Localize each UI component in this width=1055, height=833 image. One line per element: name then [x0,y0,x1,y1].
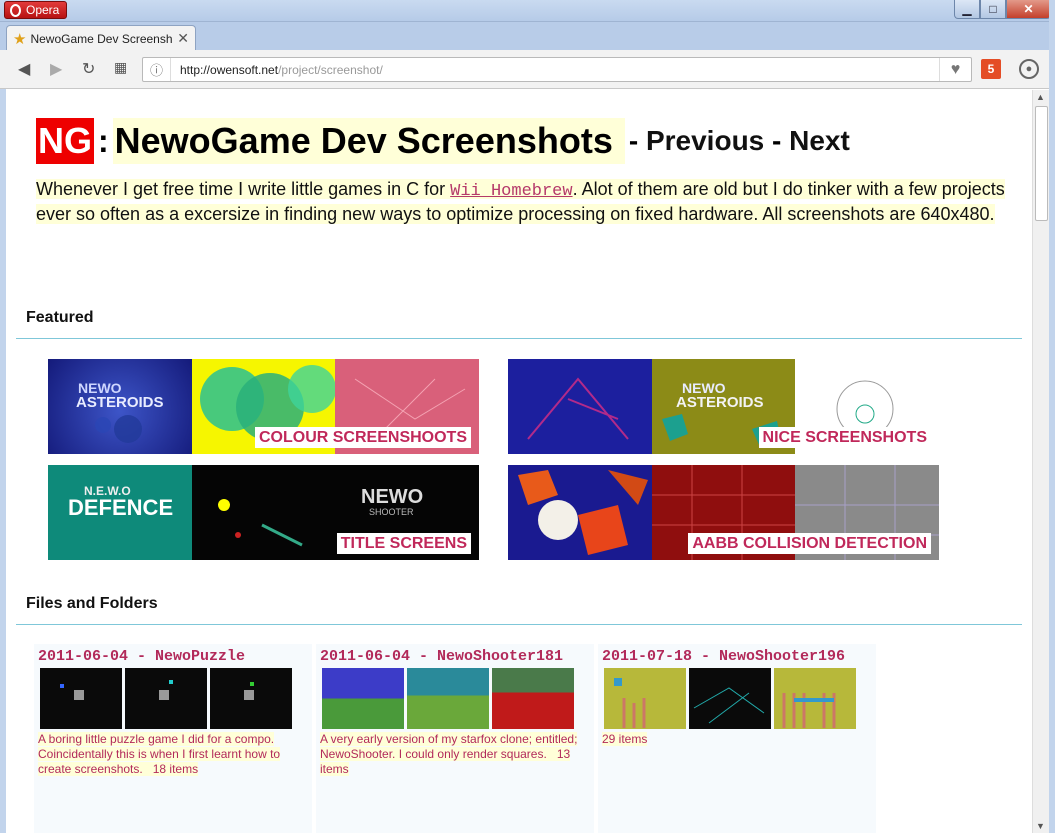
defence-thumbnail: N.E.W.O DEFENCE [48,465,192,560]
folder-description: A boring little puzzle game I did for a … [38,732,281,776]
html5-icon[interactable]: 5 [981,59,1001,79]
orange-asteroids-thumbnail [508,465,652,560]
shooter-thumbnail[interactable] [322,668,404,729]
window-controls: ▁ □ ✕ [954,0,1051,19]
opera-menu-label: Opera [26,3,60,17]
shooter196-thumbnail[interactable] [689,668,771,729]
folder-card[interactable]: 2011-07-18 - NewoShooter196 29 items [598,644,876,833]
shooter-thumbnail[interactable] [407,668,489,729]
next-link[interactable]: Next [789,125,850,156]
url-host: http://owensoft.net [180,62,279,77]
speed-dial-icon[interactable]: ▦ [114,59,127,76]
user-account-icon[interactable]: ● [1019,59,1039,79]
page-header: NG : NewoGame Dev Screenshots - Previous… [36,118,850,164]
featured-title-screens[interactable]: N.E.W.O DEFENCE NEWO SHOOTER TITLE SCREE… [48,465,479,560]
puzzle-thumbnail[interactable] [40,668,122,729]
tab-bar: ★ NewoGame Dev Screenshots ✕ + ☰ [0,22,1055,68]
minimize-icon[interactable]: ▁ [954,0,980,19]
featured-aabb-collision[interactable]: AABB COLLISION DETECTION [508,465,939,560]
shooter-thumbnail[interactable] [492,668,574,729]
scrollbar-thumb[interactable] [1035,106,1048,221]
nav-separator: - [764,125,790,156]
opera-logo-icon [10,3,21,17]
forward-icon[interactable]: ▶ [50,59,62,79]
shooter196-thumbnail[interactable] [774,668,856,729]
ng-logo[interactable]: NG [36,118,94,164]
shooter196-thumbnail[interactable] [604,668,686,729]
wii-homebrew-link[interactable]: Wii Homebrew [450,182,572,201]
tab-title: NewoGame Dev Screenshots [30,31,174,46]
url-text[interactable]: http://owensoft.net/project/screenshot/ [171,63,383,77]
folder-name[interactable]: 2011-07-18 - NewoShooter196 [602,648,872,666]
prev-next-nav: - Previous - Next [629,125,850,157]
header-colon: : [98,122,109,159]
files-folders-heading: Files and Folders [26,595,158,612]
puzzle-thumbnail[interactable] [210,668,292,729]
page-viewport: NG : NewoGame Dev Screenshots - Previous… [6,90,1032,833]
svg-text:SHOOTER: SHOOTER [369,507,414,517]
folder-card[interactable]: 2011-06-04 - NewoShooter181 A very early… [316,644,594,833]
intro-text-a: Whenever I get free time I write little … [36,179,451,199]
vertical-scrollbar[interactable]: ▲ ▼ [1032,90,1049,833]
purple-ship-thumbnail [508,359,652,454]
svg-text:ASTEROIDS: ASTEROIDS [76,394,164,411]
folder-name[interactable]: 2011-06-04 - NewoShooter181 [320,648,590,666]
featured-nice-screenshots[interactable]: NEWO ASTEROIDS NICE SCREENSHOTS [508,359,939,454]
featured-label: AABB COLLISION DETECTION [688,533,931,554]
featured-colour-screenshots[interactable]: NEWO ASTEROIDS COLOUR SCREENSHOOTS [48,359,479,454]
folder-name[interactable]: 2011-06-04 - NewoPuzzle [38,648,308,666]
tab-close-icon[interactable]: ✕ [177,30,189,47]
close-icon[interactable]: ✕ [1006,0,1051,19]
svg-text:DEFENCE: DEFENCE [68,495,173,520]
back-icon[interactable]: ◀ [18,59,30,79]
scroll-up-icon[interactable]: ▲ [1036,92,1045,102]
asteroids-thumbnail: NEWO ASTEROIDS [48,359,192,454]
heart-icon[interactable]: ♥ [939,58,971,81]
nav-separator: - [628,125,646,156]
puzzle-thumbnail[interactable] [125,668,207,729]
folder-thumbnails [40,668,308,729]
previous-link[interactable]: Previous [646,125,764,156]
address-bar[interactable]: ⓘ http://owensoft.net/project/screenshot… [142,57,972,82]
featured-label: COLOUR SCREENSHOOTS [254,427,471,448]
newo-shooter-black-thumbnail [191,465,336,560]
featured-label: TITLE SCREENS [336,533,471,554]
intro-paragraph: Whenever I get free time I write little … [36,178,1011,226]
maximize-icon[interactable]: □ [980,0,1006,19]
folder-card[interactable]: 2011-06-04 - NewoPuzzle A boring little … [34,644,312,833]
folder-item-count: 29 items [602,732,648,746]
folder-thumbnails [322,668,590,729]
svg-text:NEWO: NEWO [361,486,423,508]
window-frame-right [1049,0,1055,833]
svg-text:ASTEROIDS: ASTEROIDS [676,394,764,411]
folder-description: 29 items [602,732,872,747]
reload-icon[interactable]: ↻ [82,59,95,79]
star-icon: ★ [13,30,27,48]
opera-menu-button[interactable]: Opera [4,1,67,19]
featured-label: NICE SCREENSHOTS [758,427,931,448]
tab-newogame-screenshots[interactable]: ★ NewoGame Dev Screenshots ✕ [6,25,196,51]
page-title: NewoGame Dev Screenshots [112,118,625,164]
section-divider [16,338,1022,339]
web-icon: ⓘ [143,58,171,81]
url-path: /project/screenshot/ [278,62,383,77]
title-bar: Opera ▁ □ ✕ [0,0,1055,22]
featured-heading: Featured [26,309,94,326]
section-divider [16,624,1022,625]
scroll-down-icon[interactable]: ▼ [1036,821,1045,831]
folder-thumbnails [604,668,872,729]
navigation-toolbar: ◀ ▶ ↻ ▦ ⓘ http://owensoft.net/project/sc… [0,50,1055,89]
folder-description: A very early version of my starfox clone… [320,732,578,776]
folder-item-count: 18 items [152,762,199,776]
